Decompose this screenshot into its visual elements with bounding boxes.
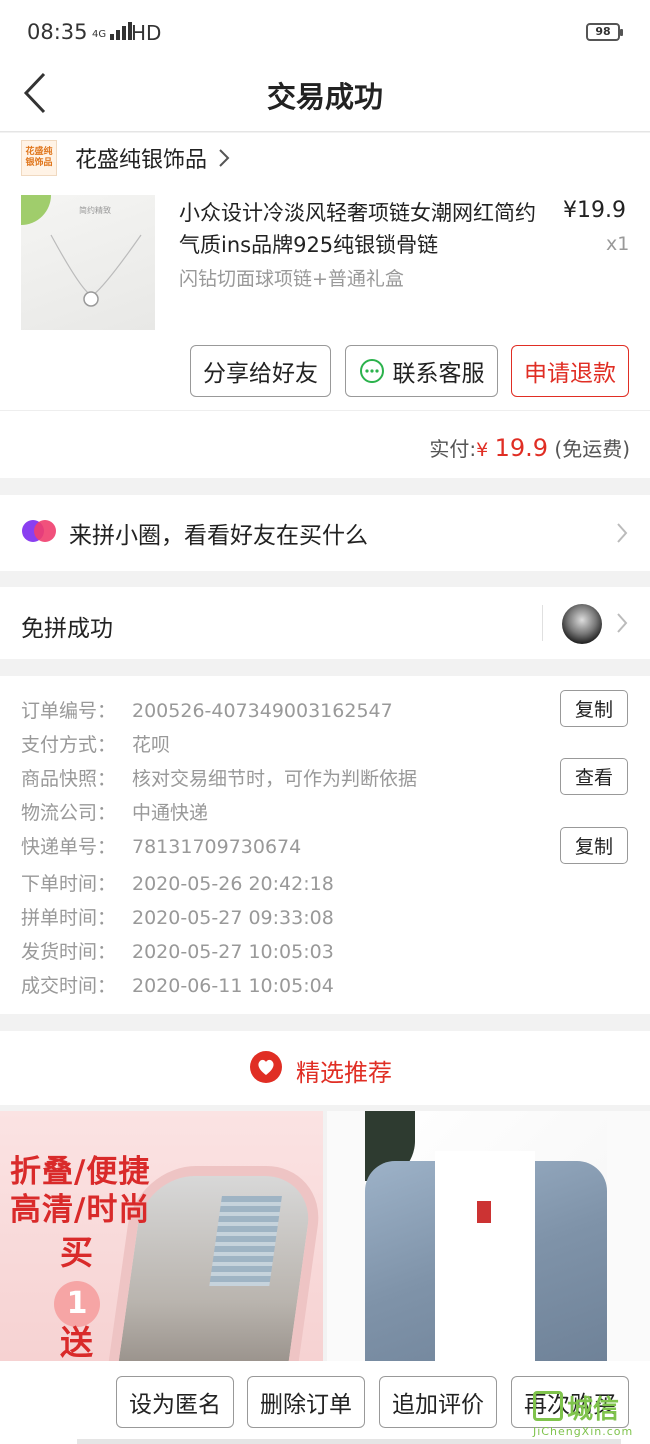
share-button[interactable]: 分享给好友 bbox=[190, 345, 331, 397]
avatar bbox=[562, 604, 602, 644]
deal-time-row: 成交时间： 2020-06-11 10:05:04 bbox=[21, 975, 334, 997]
chevron-right-icon bbox=[617, 523, 628, 543]
divider bbox=[542, 605, 543, 641]
view-snapshot-button[interactable]: 查看 bbox=[560, 758, 628, 795]
chat-icon bbox=[359, 359, 384, 383]
total-paid: 实付:¥ 19.9 (免运费) bbox=[429, 433, 630, 462]
refund-button[interactable]: 申请退款 bbox=[511, 345, 629, 397]
product-price: ¥19.9 bbox=[563, 198, 626, 223]
group-status-text: 免拼成功 bbox=[21, 616, 113, 642]
promo-text-2: 高清/时尚 bbox=[10, 1192, 151, 1228]
add-review-button[interactable]: 追加评价 bbox=[379, 1376, 497, 1428]
friend-circle-text: 来拼小圈，看看好友在买什么 bbox=[69, 523, 368, 549]
friend-circle-row[interactable]: 来拼小圈，看看好友在买什么 bbox=[0, 495, 650, 571]
order-time-row: 下单时间： 2020-05-26 20:42:18 bbox=[21, 873, 334, 895]
ship-time-row: 发货时间： 2020-05-27 10:05:03 bbox=[21, 941, 334, 963]
recommend-item[interactable]: 折叠/便捷 高清/时尚 买 1 送 bbox=[0, 1111, 323, 1361]
hd-indicator: HD bbox=[131, 21, 162, 45]
battery-icon: 98 bbox=[586, 23, 623, 41]
delete-order-button[interactable]: 删除订单 bbox=[247, 1376, 365, 1428]
tracking-number-row: 快递单号： 78131709730674 bbox=[21, 836, 302, 858]
recommend-item[interactable] bbox=[327, 1111, 650, 1361]
copy-order-number-button[interactable]: 复制 bbox=[560, 690, 628, 727]
jacket-image bbox=[365, 1111, 607, 1361]
payment-method-row: 支付方式： 花呗 bbox=[21, 734, 171, 756]
product-quantity: x1 bbox=[606, 233, 630, 255]
order-number-row: 订单编号： 200526-407349003162547 bbox=[21, 700, 393, 722]
total-label: 实付: bbox=[429, 437, 477, 461]
logistics-company-row: 物流公司： 中通快递 bbox=[21, 802, 209, 824]
promo-send: 送 bbox=[60, 1323, 93, 1361]
shop-name[interactable]: 花盛纯银饰品 bbox=[75, 142, 207, 174]
shipping-note: (免运费) bbox=[554, 437, 630, 461]
watermark-sub: JiChengXin.com bbox=[533, 1425, 634, 1438]
signal-icon: 4G bbox=[92, 22, 133, 40]
group-time-row: 拼单时间： 2020-05-27 09:33:08 bbox=[21, 907, 334, 929]
promo-buy: 买 bbox=[60, 1233, 93, 1272]
product-sku: 闪钻切面球项链+普通礼盒 bbox=[179, 268, 404, 290]
contact-service-label: 联系客服 bbox=[392, 361, 485, 387]
snapshot-row: 商品快照： 核对交易细节时，可作为判断依据 bbox=[21, 768, 418, 790]
product-title[interactable]: 小众设计冷淡风轻奢项链女潮网红简约气质ins品牌925纯银锁骨链 bbox=[179, 197, 549, 261]
chevron-right-icon bbox=[617, 613, 628, 633]
copy-tracking-number-button[interactable]: 复制 bbox=[560, 827, 628, 864]
set-anonymous-button[interactable]: 设为匿名 bbox=[116, 1376, 234, 1428]
chevron-right-icon[interactable] bbox=[217, 148, 231, 168]
circle-logo-icon bbox=[22, 520, 56, 542]
recommend-header: 精选推荐 bbox=[0, 1031, 650, 1105]
product-image[interactable]: 简约精致 bbox=[21, 195, 155, 330]
watermark-text: 城信 bbox=[567, 1395, 620, 1425]
nav-bar: 交易成功 bbox=[0, 64, 650, 132]
group-status-row[interactable]: 免拼成功 bbox=[0, 587, 650, 659]
shop-logo: 花盛纯银饰品 bbox=[21, 140, 57, 176]
watermark-logo: 城信 JiChengXin.com bbox=[533, 1389, 650, 1444]
recommend-title: 精选推荐 bbox=[296, 1059, 392, 1087]
currency-symbol: ¥ bbox=[476, 439, 489, 461]
heart-icon bbox=[250, 1051, 282, 1083]
page-title: 交易成功 bbox=[266, 80, 383, 114]
total-amount: 19.9 bbox=[494, 434, 549, 462]
total-row: 实付:¥ 19.9 (免运费) bbox=[0, 410, 650, 478]
status-time: 08:35 bbox=[27, 20, 88, 44]
status-bar: 08:35 4G HD 98 bbox=[0, 0, 650, 64]
network-type: 4G bbox=[92, 29, 107, 40]
contact-service-button[interactable]: 联系客服 bbox=[345, 345, 498, 397]
